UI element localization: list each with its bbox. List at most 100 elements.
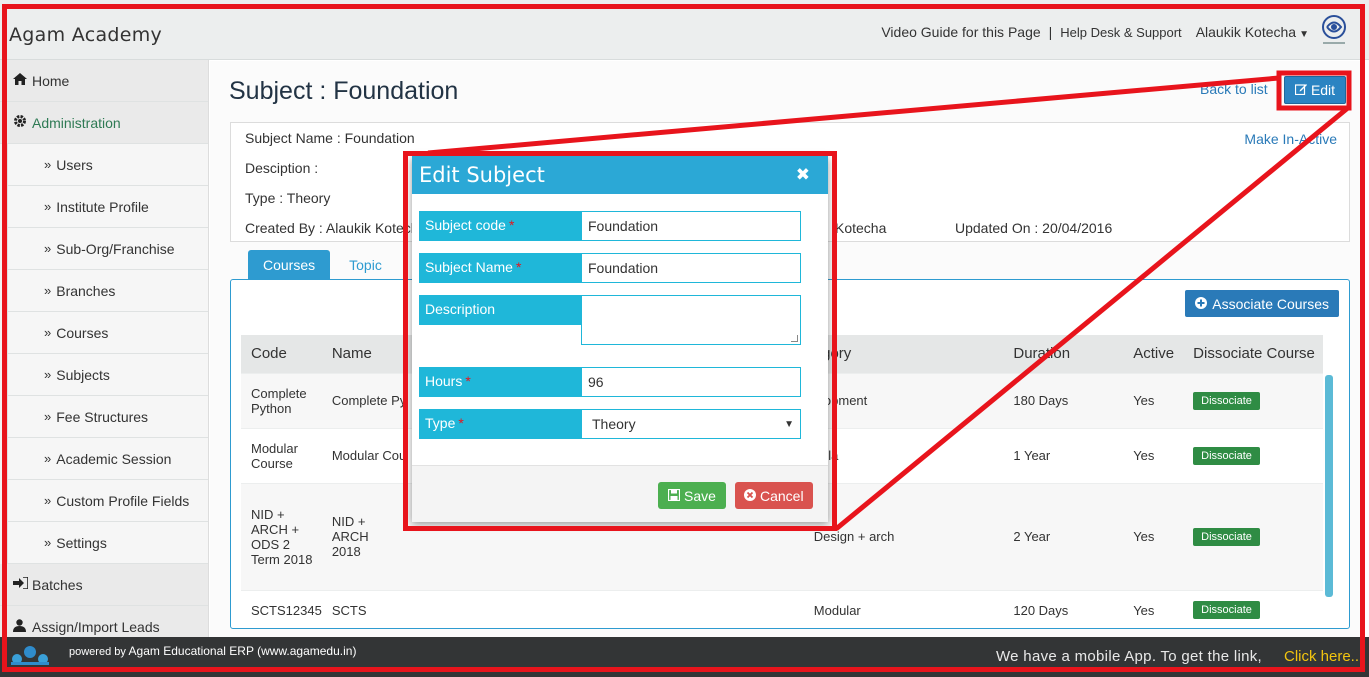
edit-button[interactable]: Edit [1284, 76, 1346, 104]
sidebar-item-custom-profile-fields[interactable]: » Custom Profile Fields [7, 480, 208, 522]
double-chevron-right-icon: » [44, 199, 52, 214]
sidebar-item-administration[interactable]: Administration [0, 102, 208, 144]
cell-action: Dissociate [1183, 589, 1323, 620]
double-chevron-right-icon: » [44, 451, 52, 466]
double-chevron-right-icon: » [44, 535, 52, 550]
top-header: Agam Academy Video Guide for this Page |… [0, 0, 1369, 60]
cell-action: Dissociate [1183, 372, 1323, 428]
user-menu[interactable]: Alaukik Kotecha ▼ [1196, 24, 1309, 40]
sidebar-item-label: Settings [56, 534, 107, 551]
separator: | [1048, 24, 1053, 40]
double-chevron-right-icon: » [44, 157, 52, 172]
sidebar-item-label: Batches [32, 576, 83, 593]
mobile-app-message: We have a mobile App. To get the link, [996, 648, 1263, 665]
sidebar-item-label: Branches [56, 282, 116, 299]
sidebar-item-label: Subjects [56, 366, 110, 383]
sidebar-item-label: Users [56, 156, 93, 173]
sidebar-item-settings[interactable]: » Settings [7, 522, 208, 564]
cell-duration: 180 Days [1003, 372, 1124, 428]
cell-active: Yes [1123, 427, 1184, 483]
updated-by-info: Kotecha [835, 220, 887, 236]
sidebar-item-users[interactable]: » Users [7, 144, 208, 186]
cell-active: Yes [1123, 482, 1184, 590]
powered-prefix: powered by [69, 646, 126, 658]
sidebar-item-institute-profile[interactable]: » Institute Profile [7, 186, 208, 228]
brand-name[interactable]: Agam Academy [9, 24, 162, 46]
sidebar: Home Administration » Users » Institute Pr… [0, 60, 209, 637]
col-header-duration[interactable]: Duration [1003, 335, 1123, 373]
sidebar-item-label: Assign/Import Leads [32, 618, 160, 635]
make-inactive-link[interactable]: Make In-Active [1244, 131, 1337, 147]
dissociate-button[interactable]: Dissociate [1193, 391, 1260, 410]
sidebar-item-subjects[interactable]: » Subjects [7, 354, 208, 396]
cell-code: Modular Course [241, 427, 322, 483]
cell-action: Dissociate [1183, 427, 1323, 483]
cell-action: Dissociate [1183, 482, 1323, 590]
cell-duration: 1 Year [1003, 427, 1124, 483]
sidebar-item-home[interactable]: Home [0, 60, 208, 102]
edit-button-label: Edit [1310, 82, 1336, 98]
home-icon [13, 73, 29, 88]
col-header-code[interactable]: Code [241, 335, 322, 373]
table-row: SCTS12345 SCTS Modular 120 Days Yes Diss… [241, 589, 1323, 620]
sidebar-item-batches[interactable]: Batches [0, 564, 208, 606]
sidebar-item-sub-org[interactable]: » Sub-Org/Franchise [7, 228, 208, 270]
video-guide-link[interactable]: Video Guide for this Page [881, 24, 1040, 40]
cell-active: Yes [1123, 372, 1184, 428]
col-header-active[interactable]: Active [1123, 335, 1183, 373]
dissociate-button[interactable]: Dissociate [1193, 601, 1260, 620]
double-chevron-right-icon: » [44, 493, 52, 508]
sidebar-item-label: Administration [32, 114, 121, 131]
associate-courses-label: Associate Courses [1212, 295, 1329, 312]
sidebar-item-label: Custom Profile Fields [56, 492, 190, 509]
double-chevron-right-icon: » [44, 283, 52, 298]
cell-code: Complete Python [241, 372, 322, 428]
sidebar-item-label: Fee Structures [56, 408, 149, 425]
cell-code: NID + ARCH + ODS 2 Term 2018 [241, 482, 322, 590]
sidebar-item-label: Institute Profile [56, 198, 149, 215]
sidebar-item-label: Home [32, 72, 70, 89]
footer: powered by Agam Educational ERP (www.aga… [0, 637, 1369, 677]
powered-by-text: powered by Agam Educational ERP (www.aga… [69, 644, 356, 658]
powered-link[interactable]: Agam Educational ERP (www.agamedu.in) [129, 644, 357, 658]
cell-duration: 120 Days [1003, 589, 1124, 620]
cell-name: SCTS [321, 589, 804, 620]
back-to-list-link[interactable]: Back to list [1200, 81, 1268, 97]
type-info: Type : Theory [245, 190, 331, 206]
tab-courses[interactable]: Courses [248, 250, 331, 280]
modal-annotation-frame [403, 151, 837, 531]
updated-on-info: Updated On : 20/04/2016 [955, 220, 1113, 236]
tab-topic[interactable]: Topic [334, 250, 397, 280]
user-name: Alaukik Kotecha [1195, 24, 1297, 40]
cell-active: Yes [1123, 589, 1184, 620]
gear-icon [13, 114, 29, 131]
company-logo-icon [1322, 15, 1346, 44]
double-chevron-right-icon: » [44, 367, 52, 382]
agam-logo-icon [11, 646, 49, 665]
sidebar-item-label: Sub-Org/Franchise [56, 240, 175, 257]
help-desk-link[interactable]: Help Desk & Support [1060, 25, 1181, 40]
user-icon [13, 618, 29, 635]
sidebar-item-branches[interactable]: » Branches [7, 270, 208, 312]
sidebar-item-academic-session[interactable]: » Academic Session [7, 438, 208, 480]
table-scrollbar[interactable] [1325, 375, 1333, 597]
double-chevron-right-icon: » [44, 325, 52, 340]
cell-code: SCTS12345 [241, 589, 322, 620]
double-chevron-right-icon: » [44, 409, 52, 424]
click-here-link[interactable]: Click here.. [1284, 648, 1359, 665]
sidebar-item-label: Academic Session [56, 450, 172, 467]
double-chevron-right-icon: » [44, 241, 52, 256]
sidebar-item-label: Courses [56, 324, 109, 341]
associate-courses-button[interactable]: Associate Courses [1185, 290, 1339, 317]
tab-bar: Courses Topic [248, 250, 397, 280]
sign-in-icon [13, 576, 29, 592]
subject-name-info: Subject Name : Foundation [245, 130, 415, 146]
sidebar-item-courses[interactable]: » Courses [7, 312, 208, 354]
page-title: Subject : Foundation [229, 77, 459, 105]
plus-circle-icon [1195, 296, 1208, 312]
dissociate-button[interactable]: Dissociate [1193, 446, 1260, 465]
sidebar-item-assign-import-leads[interactable]: Assign/Import Leads [0, 606, 208, 637]
dissociate-button[interactable]: Dissociate [1193, 527, 1260, 546]
sidebar-item-fee-structures[interactable]: » Fee Structures [7, 396, 208, 438]
col-header-dissociate[interactable]: Dissociate Course [1183, 335, 1323, 373]
